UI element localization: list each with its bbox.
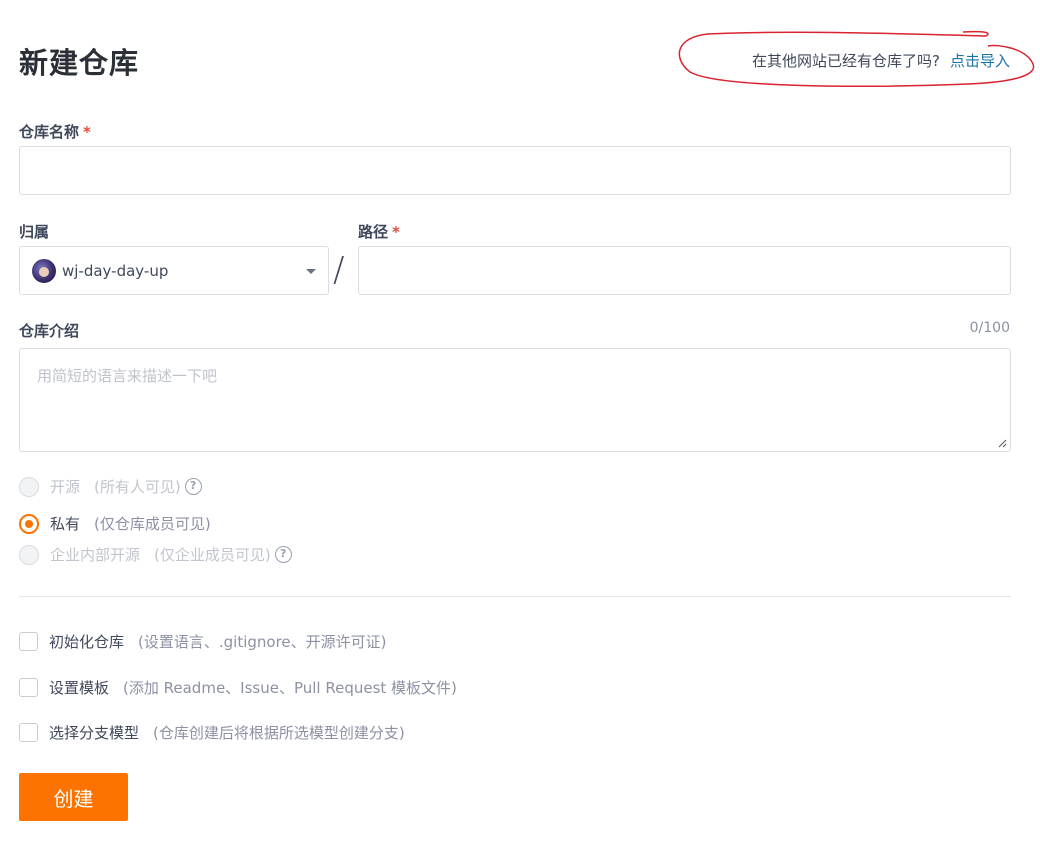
option-branch-model[interactable]: 选择分支模型 (仓库创建后将根据所选模型创建分支) bbox=[19, 722, 405, 743]
description-placeholder: 用简短的语言来描述一下吧 bbox=[37, 367, 218, 385]
option-template-label: 设置模板 bbox=[49, 679, 110, 697]
path-label: 路径 * bbox=[358, 223, 400, 241]
radio-internal[interactable] bbox=[19, 544, 39, 565]
owner-select[interactable]: wj-day-day-up bbox=[19, 246, 329, 295]
radio-public[interactable] bbox=[19, 476, 39, 497]
radio-public-note: (所有人可见) bbox=[94, 478, 181, 496]
option-init-repo[interactable]: 初始化仓库 (设置语言、.gitignore、开源许可证) bbox=[19, 631, 387, 652]
help-icon[interactable]: ? bbox=[184, 478, 202, 495]
option-init-repo-note: (设置语言、.gitignore、开源许可证) bbox=[138, 633, 387, 651]
repo-name-input[interactable] bbox=[19, 146, 1011, 195]
visibility-option-internal[interactable]: 企业内部开源 (仅企业成员可见) ? bbox=[19, 544, 292, 565]
resize-handle-icon[interactable] bbox=[997, 438, 1007, 448]
repo-name-label: 仓库名称 * bbox=[19, 123, 91, 141]
path-separator: / bbox=[333, 250, 345, 290]
description-counter: 0/100 bbox=[969, 320, 1010, 336]
path-input[interactable] bbox=[358, 246, 1011, 295]
radio-internal-note: (仅企业成员可见) bbox=[154, 546, 271, 564]
option-template-note: (添加 Readme、Issue、Pull Request 模板文件) bbox=[123, 679, 457, 697]
option-template[interactable]: 设置模板 (添加 Readme、Issue、Pull Request 模板文件) bbox=[19, 677, 457, 698]
visibility-option-private[interactable]: 私有 (仅仓库成员可见) bbox=[19, 513, 211, 534]
option-branch-model-label: 选择分支模型 bbox=[49, 724, 140, 742]
divider bbox=[19, 596, 1011, 597]
checkbox-branch-model[interactable] bbox=[19, 723, 38, 742]
chevron-down-icon bbox=[306, 269, 316, 274]
page-title: 新建仓库 bbox=[19, 46, 140, 80]
create-button[interactable]: 创建 bbox=[19, 773, 128, 821]
checkbox-template[interactable] bbox=[19, 678, 38, 697]
radio-public-label: 开源 bbox=[50, 478, 81, 496]
owner-label: 归属 bbox=[19, 223, 50, 241]
help-icon[interactable]: ? bbox=[274, 546, 292, 563]
radio-private-label: 私有 bbox=[50, 515, 81, 533]
import-link[interactable]: 点击导入 bbox=[950, 52, 1010, 70]
checkbox-init-repo[interactable] bbox=[19, 632, 38, 651]
owner-value: wj-day-day-up bbox=[62, 261, 169, 280]
radio-internal-label: 企业内部开源 bbox=[50, 546, 141, 564]
description-label: 仓库介绍 bbox=[19, 322, 80, 340]
radio-private-note: (仅仓库成员可见) bbox=[94, 515, 211, 533]
import-hint: 在其他网站已经有仓库了吗? 点击导入 bbox=[752, 50, 1010, 71]
radio-private[interactable] bbox=[19, 513, 39, 534]
import-hint-text: 在其他网站已经有仓库了吗? bbox=[752, 52, 940, 70]
option-init-repo-label: 初始化仓库 bbox=[49, 633, 125, 651]
option-branch-model-note: (仓库创建后将根据所选模型创建分支) bbox=[153, 724, 405, 742]
description-textarea[interactable]: 用简短的语言来描述一下吧 bbox=[19, 348, 1011, 452]
avatar bbox=[32, 258, 56, 283]
visibility-option-public[interactable]: 开源 (所有人可见) ? bbox=[19, 476, 202, 497]
